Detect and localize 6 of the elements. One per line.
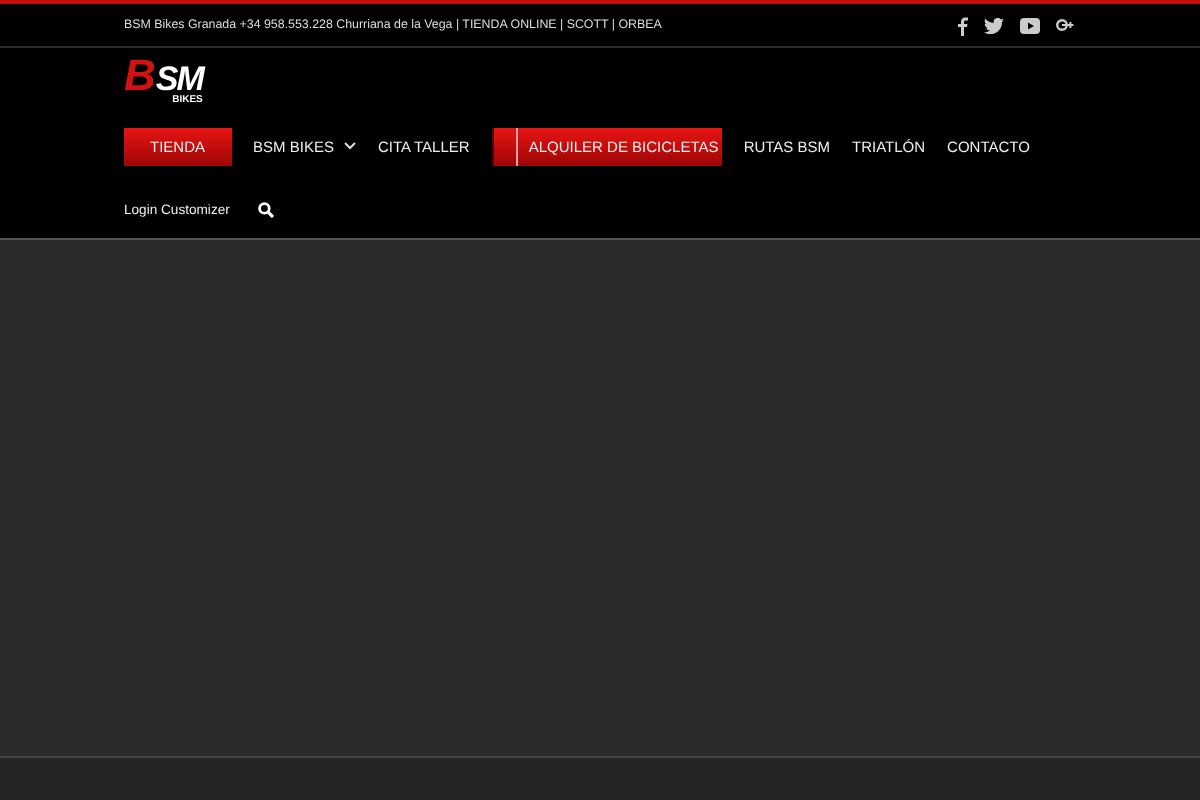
chevron-down-icon bbox=[343, 142, 356, 150]
search-icon[interactable] bbox=[257, 202, 274, 218]
youtube-icon[interactable] bbox=[1020, 17, 1040, 33]
google-plus-icon[interactable] bbox=[1056, 18, 1074, 32]
facebook-icon[interactable] bbox=[956, 15, 968, 35]
twitter-icon[interactable] bbox=[984, 17, 1004, 33]
